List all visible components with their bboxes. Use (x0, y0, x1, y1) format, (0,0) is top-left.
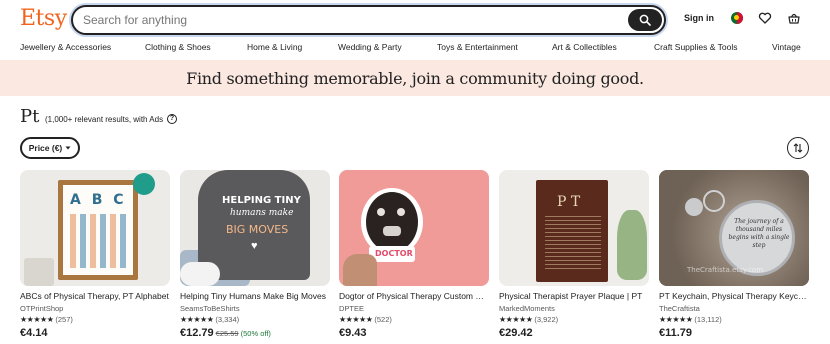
listing-price: €4.14 (20, 327, 48, 339)
shirt-text-1: HELPING TINY (222, 195, 301, 206)
listing-price: €12.79 €25.59 (50% off) (180, 327, 271, 339)
discount-label: (50% off) (240, 329, 271, 338)
listing-title[interactable]: Dogtor of Physical Therapy Custom Sticke… (339, 291, 489, 301)
nav-item-vintage[interactable]: Vintage (772, 42, 801, 52)
listing-shop[interactable]: MarkedMoments (499, 304, 555, 313)
listing-title[interactable]: Helping Tiny Humans Make Big Moves (180, 291, 330, 301)
listing-shop[interactable]: TheCraftista (659, 304, 700, 313)
price-filter-label: Price (€) (28, 143, 63, 153)
search-query-title: Pt (20, 106, 40, 127)
star-rating: ★★★★★ (499, 315, 533, 324)
nav-item-wedding-party[interactable]: Wedding & Party (338, 42, 402, 52)
nav-item-art[interactable]: Art & Collectibles (552, 42, 617, 52)
listing-image[interactable]: P T (499, 170, 649, 286)
star-rating: ★★★★★ (659, 315, 693, 324)
listing-rating: ★★★★★ (13,112) (659, 315, 722, 324)
review-count: (3,922) (534, 315, 559, 324)
shirt-text-2: humans make (230, 208, 294, 218)
search-icon (639, 14, 651, 26)
poster-letters: A B C (70, 192, 127, 208)
keychain-text: The journey of a thousand miles begins w… (728, 218, 790, 249)
listing-title[interactable]: PT Keychain, Physical Therapy Keychain (659, 291, 809, 301)
review-count: (13,112) (694, 315, 722, 324)
listing-shop[interactable]: OTPrintShop (20, 304, 63, 313)
nav-item-clothing[interactable]: Clothing & Shoes (145, 42, 211, 52)
listing-rating: ★★★★★ (3,922) (499, 315, 558, 324)
listing-image[interactable]: DOCTOR (339, 170, 489, 286)
search-button[interactable] (628, 9, 662, 31)
price-filter-button[interactable]: Price (€) (20, 137, 80, 159)
star-rating: ★★★★★ (20, 315, 54, 324)
review-count: (3,334) (215, 315, 240, 324)
listing-rating: ★★★★★ (257) (20, 315, 73, 324)
star-rating: ★★★★★ (180, 315, 214, 324)
listing-title[interactable]: Physical Therapist Prayer Plaque | PT (499, 291, 649, 301)
price-value: €29.42 (499, 327, 533, 339)
watermark-text: TheCraftista.etsy.com (687, 266, 764, 274)
listing-shop[interactable]: DPTEE (339, 304, 364, 313)
help-icon[interactable]: ? (167, 114, 177, 124)
nav-item-jewellery[interactable]: Jewellery & Accessories (20, 42, 111, 52)
nav-item-craft[interactable]: Craft Supplies & Tools (654, 42, 737, 52)
nav-item-home-living[interactable]: Home & Living (247, 42, 302, 52)
price-value: €4.14 (20, 327, 48, 339)
star-rating: ★★★★★ (339, 315, 373, 324)
price-value: €12.79 (180, 327, 214, 339)
promo-banner: Find something memorable, join a communi… (0, 60, 830, 96)
sort-button[interactable] (787, 137, 809, 159)
etsy-logo[interactable]: Etsy (20, 6, 67, 31)
listing-rating: ★★★★★ (522) (339, 315, 392, 324)
listing-price: €29.42 (499, 327, 533, 339)
sort-icon (793, 143, 803, 153)
price-value: €9.43 (339, 327, 367, 339)
nav-item-toys[interactable]: Toys & Entertainment (437, 42, 518, 52)
original-price: €25.59 (215, 329, 239, 338)
results-count: (1,000+ relevant results, with Ads (45, 115, 164, 124)
listing-image[interactable]: A B C (20, 170, 170, 286)
chevron-down-icon (65, 146, 71, 150)
basket-icon[interactable] (787, 11, 801, 25)
listing-price: €9.43 (339, 327, 367, 339)
search-input[interactable] (83, 7, 623, 33)
header: Etsy Sign in (0, 0, 830, 40)
category-nav: Jewellery & Accessories Clothing & Shoes… (0, 42, 830, 56)
listing-image[interactable]: The journey of a thousand miles begins w… (659, 170, 809, 286)
listing-image[interactable]: HELPING TINY humans make BIG MOVES ♥ (180, 170, 330, 286)
sticker-text: DOCTOR (375, 249, 413, 258)
shirt-text-3: BIG MOVES (226, 223, 289, 236)
review-count: (257) (55, 315, 73, 324)
listing-price: €11.79 (659, 327, 692, 339)
heart-icon[interactable] (758, 11, 772, 25)
listing-shop[interactable]: SeamsToBeShirts (180, 304, 240, 313)
listing-title[interactable]: ABCs of Physical Therapy, PT Alphabet (20, 291, 170, 301)
flag-icon[interactable] (731, 12, 743, 24)
listing-rating: ★★★★★ (3,334) (180, 315, 239, 324)
search-bar[interactable] (71, 5, 666, 35)
review-count: (522) (374, 315, 392, 324)
price-value: €11.79 (659, 327, 693, 339)
banner-text: Find something memorable, join a communi… (186, 68, 644, 88)
plaque-text: P T (557, 194, 581, 210)
sign-in-link[interactable]: Sign in (684, 13, 714, 23)
